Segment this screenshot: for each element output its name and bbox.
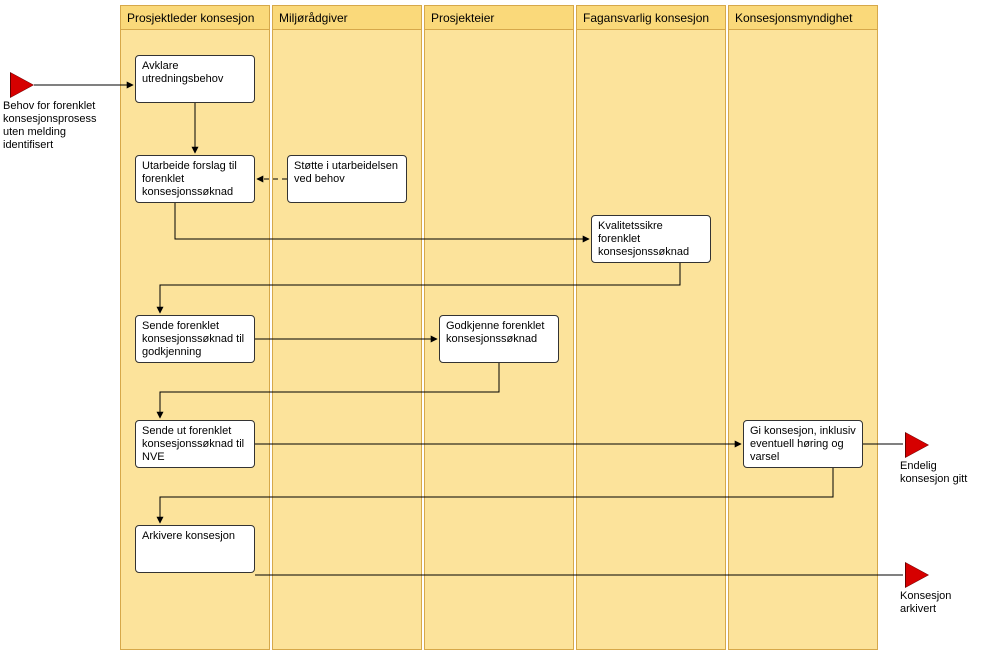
end-event-2-icon-fill bbox=[906, 563, 928, 587]
lane-fagansvarlig: Fagansvarlig konsesjon bbox=[576, 5, 726, 650]
task-godkjenne: Godkjenne forenklet konsesjonssøknad bbox=[439, 315, 559, 363]
lane-header: Prosjekteier bbox=[425, 6, 573, 30]
end-event-2-label: Konsesjon arkivert bbox=[900, 590, 985, 616]
task-gi-konsesjon: Gi konsesjon, inklusiv eventuell høring … bbox=[743, 420, 863, 468]
lane-header: Miljørådgiver bbox=[273, 6, 421, 30]
start-event-label: Behov for forenklet konsesjonsprosess ut… bbox=[3, 100, 113, 152]
start-event-icon-fill bbox=[11, 73, 33, 97]
lane-header: Konsesjonsmyndighet bbox=[729, 6, 877, 30]
task-sende-nve: Sende ut forenklet konsesjonssøknad til … bbox=[135, 420, 255, 468]
lane-miljoradgiver: Miljørådgiver bbox=[272, 5, 422, 650]
end-event-1-label: Endelig konsesjon gitt bbox=[900, 460, 985, 486]
lane-header: Prosjektleder konsesjon bbox=[121, 6, 269, 30]
task-kvalitetssikre: Kvalitetssikre forenklet konsesjonssøkna… bbox=[591, 215, 711, 263]
lane-header: Fagansvarlig konsesjon bbox=[577, 6, 725, 30]
task-avklare-utredningsbehov: Avklare utredningsbehov bbox=[135, 55, 255, 103]
task-stotte-utarbeidelse: Støtte i utarbeidelsen ved behov bbox=[287, 155, 407, 203]
end-event-1-icon-fill bbox=[906, 433, 928, 457]
task-arkivere: Arkivere konsesjon bbox=[135, 525, 255, 573]
task-sende-godkjenning: Sende forenklet konsesjonssøknad til god… bbox=[135, 315, 255, 363]
task-utarbeide-forslag: Utarbeide forslag til forenklet konsesjo… bbox=[135, 155, 255, 203]
lane-konsesjonsmyndighet: Konsesjonsmyndighet bbox=[728, 5, 878, 650]
